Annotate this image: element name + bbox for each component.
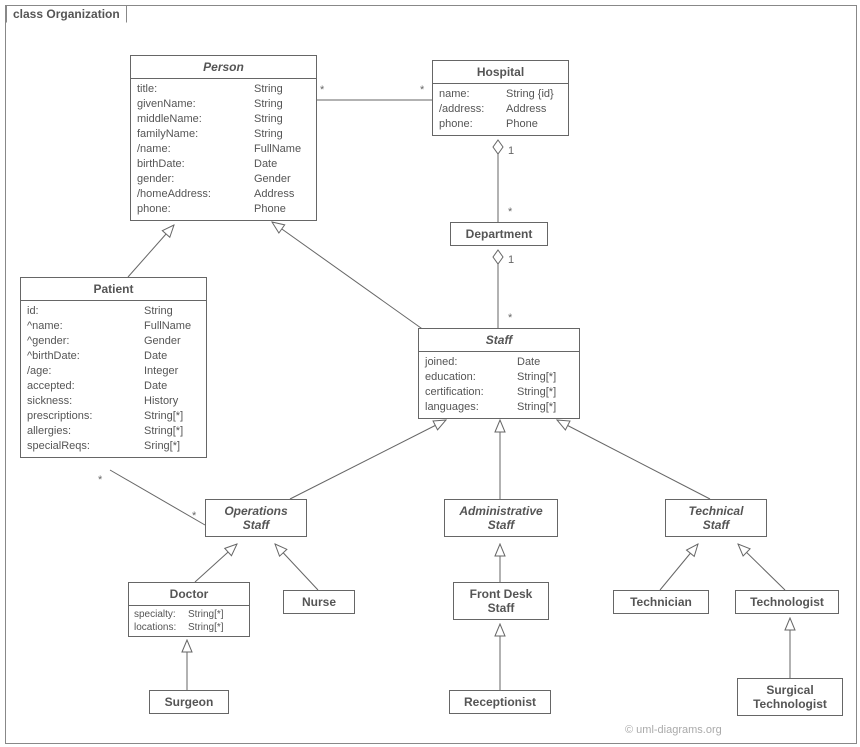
mult-dept-staff-one: 1 xyxy=(508,254,514,266)
class-name: SurgicalTechnologist xyxy=(738,679,842,715)
class-attrs: name:String {id}/address:Addressphone:Ph… xyxy=(433,84,568,135)
class-name: Hospital xyxy=(433,61,568,84)
class-name: Receptionist xyxy=(450,691,550,713)
mult-person-hospital-left: * xyxy=(320,84,324,96)
class-administrative-staff: AdministrativeStaff xyxy=(444,499,558,537)
class-technologist: Technologist xyxy=(735,590,839,614)
class-name: TechnicalStaff xyxy=(666,500,766,536)
class-name: OperationsStaff xyxy=(206,500,306,536)
class-doctor: Doctor specialty:String[*]locations:Stri… xyxy=(128,582,250,637)
watermark: © uml-diagrams.org xyxy=(625,724,722,736)
mult-hospital-dept-one: 1 xyxy=(508,145,514,157)
mult-hospital-dept-many: * xyxy=(508,206,512,218)
class-name: Front DeskStaff xyxy=(454,583,548,619)
mult-person-hospital-right: * xyxy=(420,84,424,96)
class-operations-staff: OperationsStaff xyxy=(205,499,307,537)
class-attrs: joined:Dateeducation:String[*]certificat… xyxy=(419,352,579,418)
mult-dept-staff-many: * xyxy=(508,312,512,324)
mult-patient-opstaff-right: * xyxy=(192,510,196,522)
class-name: Patient xyxy=(21,278,206,301)
class-hospital: Hospital name:String {id}/address:Addres… xyxy=(432,60,569,136)
class-person: Person title:StringgivenName:Stringmiddl… xyxy=(130,55,317,221)
class-attrs: id:String^name:FullName^gender:Gender^bi… xyxy=(21,301,206,457)
class-name: Person xyxy=(131,56,316,79)
class-receptionist: Receptionist xyxy=(449,690,551,714)
mult-patient-opstaff-left: * xyxy=(98,474,102,486)
class-name: Nurse xyxy=(284,591,354,613)
class-name: Surgeon xyxy=(150,691,228,713)
class-technician: Technician xyxy=(613,590,709,614)
class-name: Department xyxy=(451,223,547,245)
class-surgical-technologist: SurgicalTechnologist xyxy=(737,678,843,716)
class-name: Staff xyxy=(419,329,579,352)
class-staff: Staff joined:Dateeducation:String[*]cert… xyxy=(418,328,580,419)
class-name: Doctor xyxy=(129,583,249,606)
class-attrs: title:StringgivenName:StringmiddleName:S… xyxy=(131,79,316,220)
class-name: Technician xyxy=(614,591,708,613)
class-front-desk-staff: Front DeskStaff xyxy=(453,582,549,620)
class-name: Technologist xyxy=(736,591,838,613)
class-patient: Patient id:String^name:FullName^gender:G… xyxy=(20,277,207,458)
class-surgeon: Surgeon xyxy=(149,690,229,714)
class-department: Department xyxy=(450,222,548,246)
class-name: AdministrativeStaff xyxy=(445,500,557,536)
diagram-canvas: class Organization xyxy=(0,0,860,747)
class-nurse: Nurse xyxy=(283,590,355,614)
class-technical-staff: TechnicalStaff xyxy=(665,499,767,537)
class-attrs: specialty:String[*]locations:String[*] xyxy=(129,606,249,636)
